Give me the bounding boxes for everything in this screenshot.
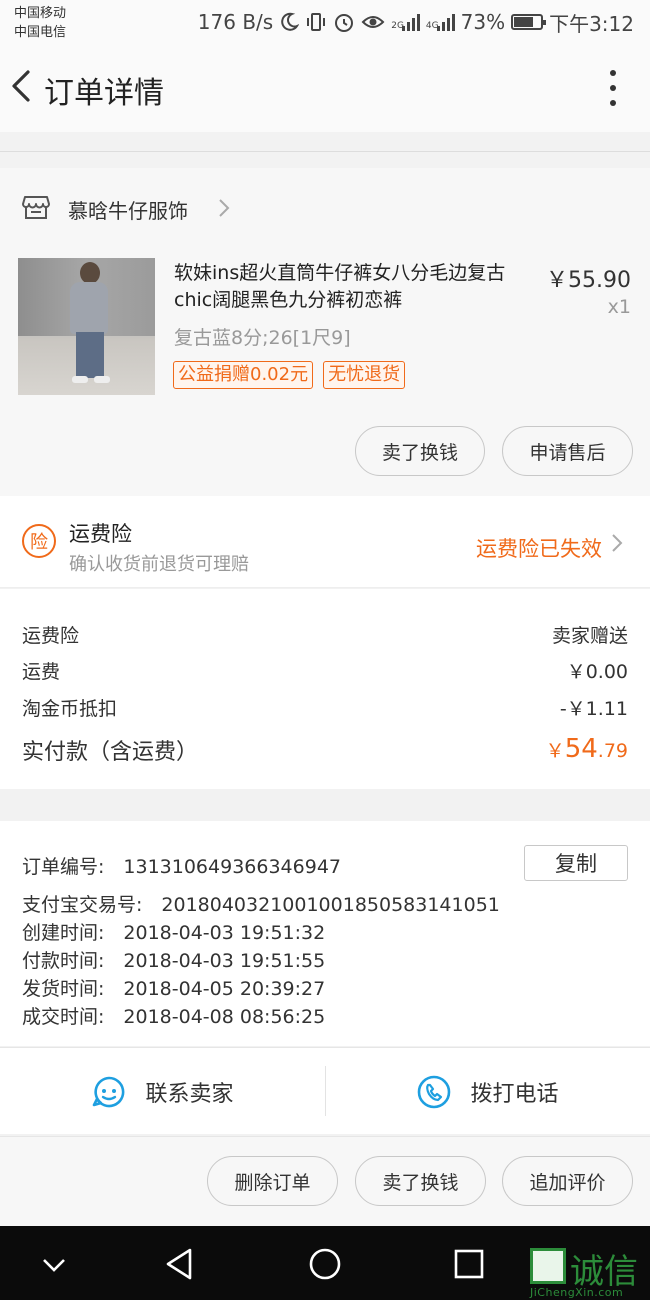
order-actions: 删除订单 卖了换钱 追加评价 [0, 1136, 650, 1226]
completed-time: 成交时间: 2018-04-08 08:56:25 [22, 1006, 326, 1028]
store-icon [22, 196, 50, 219]
alipay-trade-number: 支付宝交易号: 2018040321001001850583141051 [22, 894, 500, 916]
eye-icon [361, 16, 385, 28]
copy-button[interactable]: 复制 [524, 845, 628, 881]
shipping-insurance-row[interactable]: 险 运费险 确认收货前退货可理赔 运费险已失效 [0, 496, 650, 588]
fee-summary: 运费险 卖家赠送 运费 ￥0.00 淘金币抵扣 -￥1.11 实付款（含运费） … [0, 589, 650, 789]
alarm-icon [335, 14, 354, 32]
call-phone-label: 拨打电话 [470, 1081, 559, 1107]
chevron-down-icon[interactable] [34, 1244, 74, 1284]
fee-label: 淘金币抵扣 [22, 698, 118, 720]
vibrate-icon [307, 13, 326, 31]
fee-row: 淘金币抵扣 -￥1.11 [22, 694, 628, 724]
total-integer: 54 [564, 734, 598, 764]
contact-bar: 联系卖家 拨打电话 [0, 1047, 650, 1134]
chevron-right-icon [219, 199, 230, 217]
call-phone-button[interactable]: 拨打电话 [325, 1048, 650, 1135]
net-speed: 176 B/s [197, 10, 274, 34]
clock-time: 下午3:12 [549, 11, 634, 36]
page-title: 订单详情 [44, 76, 164, 111]
insurance-icon: 险 [22, 524, 56, 558]
add-review-button[interactable]: 追加评价 [502, 1156, 633, 1206]
moon-icon [281, 12, 300, 31]
divider [0, 151, 650, 152]
watermark-logo: 诚信 JiChengXin.com [530, 1240, 646, 1299]
contact-seller-button[interactable]: 联系卖家 [0, 1048, 325, 1135]
signal-icon-2: 4G [426, 13, 455, 31]
product-item: 软妹ins超火直筒牛仔裤女八分毛边复古chic阔腿黑色九分裤初恋裤 ￥55.90… [0, 248, 650, 496]
fee-row: 运费 ￥0.00 [22, 657, 628, 687]
total-label: 实付款（含运费） [22, 740, 199, 765]
delete-order-button[interactable]: 删除订单 [207, 1156, 338, 1206]
back-arrow-icon[interactable] [6, 66, 36, 106]
paid-time: 付款时间: 2018-04-03 19:51:55 [22, 950, 326, 972]
product-title[interactable]: 软妹ins超火直筒牛仔裤女八分毛边复古chic阔腿黑色九分裤初恋裤 [174, 260, 534, 314]
after-sale-button[interactable]: 申请售后 [502, 426, 633, 476]
carrier-info: 中国移动 中国电信 [14, 4, 66, 42]
chevron-right-icon [612, 534, 623, 552]
fee-value: -￥1.11 [559, 698, 628, 720]
carrier-2: 中国电信 [14, 25, 67, 40]
status-bar: 中国移动 中国电信 176 B/s 2G 4G 73% 下午3:12 [0, 0, 650, 44]
shipped-time: 发货时间: 2018-04-05 20:39:27 [22, 978, 326, 1000]
charity-tag: 公益捐赠0.02元 [173, 361, 314, 389]
fee-value: 卖家赠送 [551, 625, 628, 647]
created-time: 创建时间: 2018-04-03 19:51:32 [22, 922, 326, 944]
carrier-1: 中国移动 [14, 6, 67, 21]
contact-seller-label: 联系卖家 [145, 1081, 234, 1107]
app-header: 订单详情 [0, 44, 650, 132]
total-currency: ￥ [545, 740, 565, 762]
order-number: 订单编号: 131310649366346947 [22, 856, 341, 878]
battery-icon [511, 14, 547, 30]
total-value: ￥54.79 [546, 734, 628, 764]
sell-button[interactable]: 卖了换钱 [355, 1156, 486, 1206]
insurance-status: 运费险已失效 [476, 537, 602, 561]
recents-square-icon[interactable] [449, 1244, 489, 1284]
phone-icon [418, 1075, 451, 1108]
fee-label: 运费险 [22, 625, 80, 647]
watermark-box [530, 1248, 566, 1284]
total-decimal: .79 [597, 740, 628, 762]
home-circle-icon[interactable] [305, 1244, 345, 1284]
back-triangle-icon[interactable] [160, 1244, 200, 1284]
battery-percent: 73% [460, 10, 506, 34]
product-price: ￥55.90 [546, 268, 631, 293]
shop-name[interactable]: 慕晗牛仔服饰 [68, 195, 188, 224]
status-icons: 176 B/s 2G 4G 73% 下午3:12 [198, 8, 634, 36]
battery-fill [514, 17, 534, 27]
product-thumbnail[interactable] [18, 258, 155, 395]
total-row: 实付款（含运费） ￥54.79 [22, 734, 628, 770]
insurance-subtitle: 确认收货前退货可理赔 [69, 554, 249, 575]
chat-icon [93, 1076, 125, 1107]
product-sku: 复古蓝8分;26[1尺9] [174, 327, 351, 349]
more-menu-icon[interactable] [606, 70, 620, 106]
watermark-subtext: JiChengXin.com [530, 1286, 624, 1299]
shop-row[interactable]: 慕晗牛仔服饰 [0, 168, 650, 248]
product-quantity: x1 [607, 296, 631, 318]
fee-value: ￥0.00 [566, 661, 628, 683]
product-tags: 公益捐赠0.02元 无忧退货 [173, 361, 406, 389]
fee-label: 运费 [22, 661, 61, 683]
fee-row: 运费险 卖家赠送 [22, 621, 628, 651]
return-tag: 无忧退货 [323, 361, 406, 389]
signal-icon-1: 2G [391, 13, 420, 31]
insurance-title: 运费险 [69, 522, 132, 546]
sell-button[interactable]: 卖了换钱 [355, 426, 485, 476]
order-info: 订单编号: 131310649366346947 复制 支付宝交易号: 2018… [0, 821, 650, 1046]
